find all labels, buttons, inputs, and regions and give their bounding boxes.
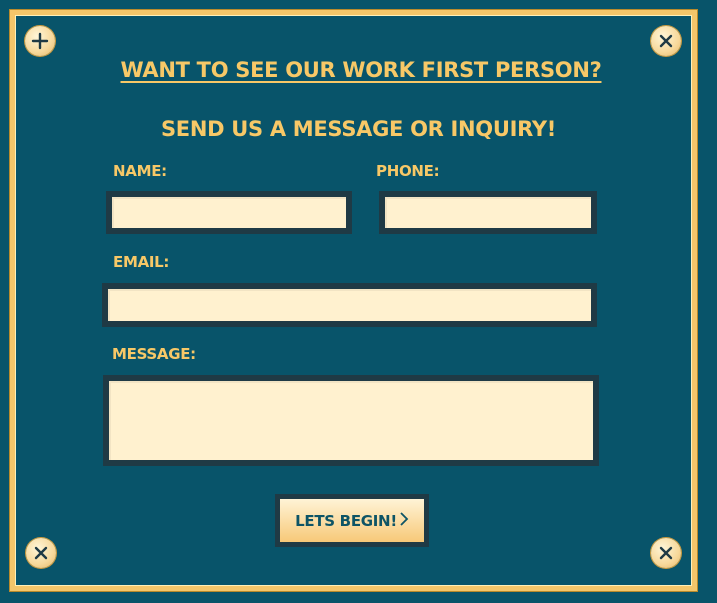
message-label: MESSAGE: (112, 345, 196, 363)
email-input[interactable] (102, 283, 597, 327)
screw-icon (25, 26, 55, 56)
lets-begin-button[interactable]: LETS BEGIN! (275, 494, 429, 547)
chevron-right-icon (399, 511, 409, 531)
screw-icon (651, 26, 681, 56)
message-textarea[interactable] (103, 375, 599, 466)
phone-label: PHONE: (376, 162, 440, 180)
name-label: NAME: (113, 162, 167, 180)
contact-plaque: WANT TO SEE OUR WORK FIRST PERSON? SEND … (0, 0, 717, 603)
submit-label: LETS BEGIN! (295, 511, 397, 530)
phone-input[interactable] (379, 191, 597, 234)
form-subheading: SEND US A MESSAGE OR INQUIRY! (160, 117, 557, 141)
screw-icon (651, 538, 681, 568)
screw-icon (26, 538, 56, 568)
name-input[interactable] (106, 191, 352, 234)
email-label: EMAIL: (113, 253, 170, 271)
form-heading: WANT TO SEE OUR WORK FIRST PERSON? (120, 58, 602, 82)
